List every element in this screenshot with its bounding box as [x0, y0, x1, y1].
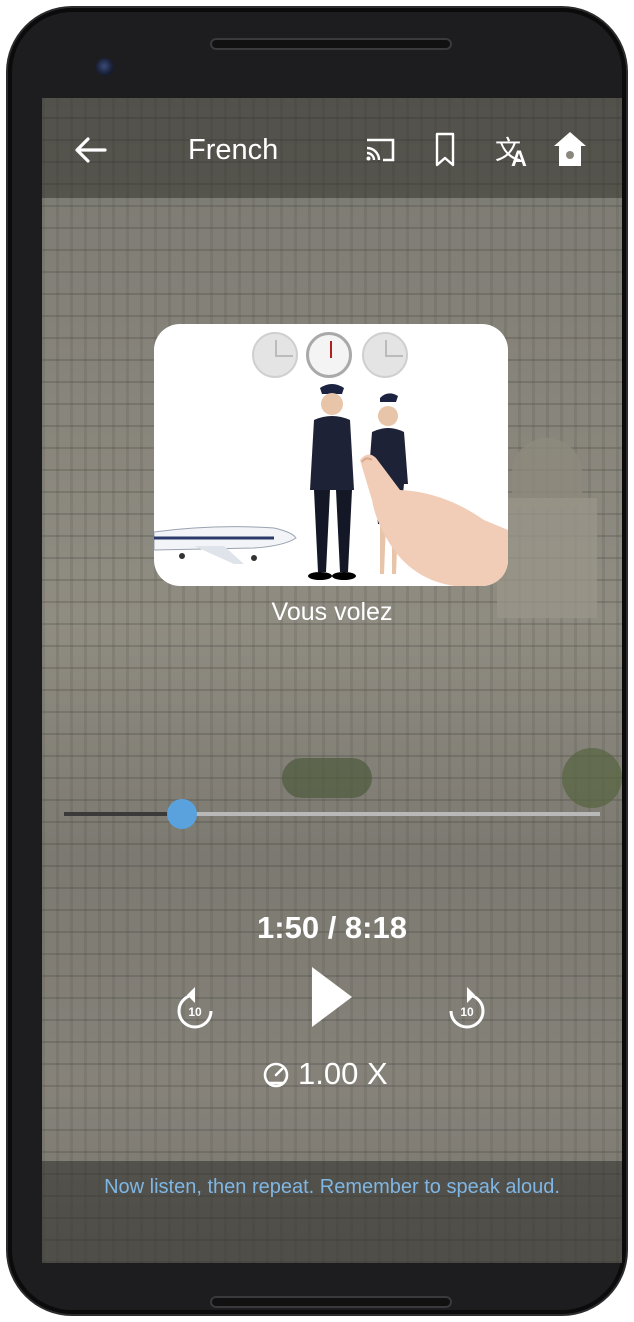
page-title: French [188, 134, 279, 166]
phone-frame: French 文A Vous volez 1:50 / 8:18 10 10 1… [8, 8, 626, 1314]
phrase-caption: Vous volez [271, 598, 393, 626]
instruction-text: Now listen, then repeat. Remember to spe… [104, 1176, 560, 1198]
progress-fill [64, 812, 183, 816]
top-speaker [210, 38, 452, 50]
forward-10-label: 10 [460, 1005, 474, 1019]
playback-speed-label: 1.00 X [298, 1056, 388, 1091]
app-screen: French 文A Vous volez 1:50 / 8:18 10 10 1… [42, 98, 622, 1263]
lesson-illustration-image [154, 384, 508, 586]
arrow-left-icon [75, 137, 107, 163]
home-button[interactable] [548, 126, 592, 172]
top-app-bar [42, 98, 622, 198]
time-display: 1:50 / 8:18 [257, 910, 407, 945]
background-trees [282, 758, 372, 798]
lesson-illustration-card [154, 324, 508, 586]
front-camera [96, 58, 114, 76]
bottom-speaker [210, 1296, 452, 1308]
progress-thumb[interactable] [167, 799, 198, 829]
cast-icon [366, 138, 395, 162]
forward-10-icon: 10 [449, 987, 485, 1029]
progress-track[interactable] [64, 812, 600, 816]
bookmark-button[interactable] [428, 128, 462, 172]
playback-speed-button[interactable]: 1.00 X [262, 1056, 388, 1092]
play-button[interactable] [304, 962, 358, 1032]
rewind-10-button[interactable]: 10 [172, 984, 218, 1034]
cast-button[interactable] [360, 130, 400, 170]
play-icon [312, 967, 352, 1027]
rewind-10-icon: 10 [177, 987, 213, 1029]
pilot-figure-icon [308, 384, 356, 580]
home-icon [554, 132, 586, 166]
translate-icon: 文A [494, 136, 527, 171]
background-trees [562, 748, 622, 808]
airplane-icon [154, 526, 297, 564]
back-button[interactable] [68, 128, 112, 172]
translate-button[interactable]: 文A [486, 128, 530, 172]
speedometer-icon [263, 1062, 289, 1088]
bookmark-icon [435, 132, 455, 167]
rewind-10-label: 10 [188, 1005, 202, 1019]
forward-10-button[interactable]: 10 [444, 984, 490, 1034]
